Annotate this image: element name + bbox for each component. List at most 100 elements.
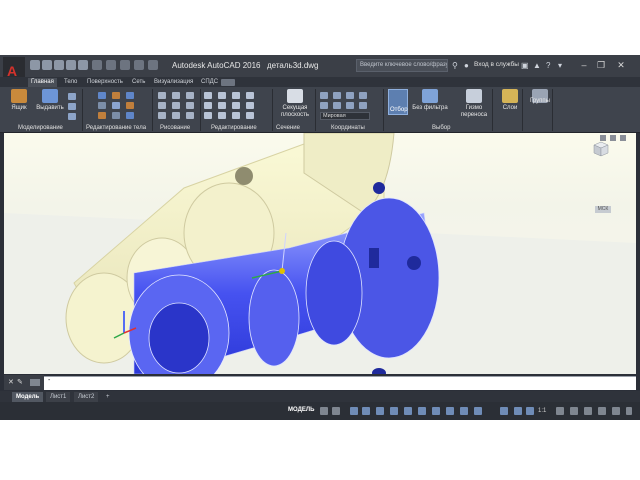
tab-options-icon[interactable] [221, 79, 235, 86]
3d-model-view[interactable] [4, 133, 636, 374]
object-snap-icon[interactable] [432, 407, 440, 415]
sign-in-link[interactable]: Вход в службы [474, 61, 519, 68]
extrude-button[interactable]: Выдавить [36, 89, 64, 119]
new-file-icon[interactable] [30, 60, 40, 70]
command-history-icon[interactable] [30, 379, 40, 386]
layers-button[interactable]: Слои [496, 89, 524, 119]
user-icon[interactable]: ● [464, 61, 469, 70]
trim-icon[interactable] [246, 102, 254, 109]
part-hole[interactable] [235, 167, 253, 185]
select-button[interactable]: Отбор [388, 89, 408, 115]
undo-icon[interactable] [92, 60, 102, 70]
slot[interactable] [369, 248, 379, 268]
save-as-icon[interactable] [66, 60, 76, 70]
mirror-icon[interactable] [204, 102, 212, 109]
erase-icon[interactable] [204, 112, 212, 119]
customize-icon[interactable] [148, 60, 158, 70]
box-button[interactable]: Ящик [5, 89, 33, 119]
wrench-icon[interactable]: ✎ [17, 378, 23, 386]
workspace-icon[interactable] [134, 60, 144, 70]
grid-icon[interactable] [320, 407, 328, 415]
groups-button[interactable]: Группы [526, 89, 554, 119]
section-plane-button[interactable]: Секущая плоскость [281, 89, 309, 119]
spline-icon[interactable] [186, 102, 194, 109]
extract-edges-icon[interactable] [112, 102, 120, 109]
ucs-icon[interactable] [320, 92, 328, 99]
cart-icon[interactable]: ▣ [521, 61, 529, 70]
fillet-edge-icon[interactable] [98, 112, 106, 119]
redo-icon[interactable] [106, 60, 116, 70]
panel-selection[interactable]: Выбор [432, 125, 450, 131]
chevron-down-icon[interactable]: ▾ [558, 61, 562, 70]
model-space-button[interactable]: МОДЕЛЬ [288, 407, 314, 413]
viewcube[interactable] [591, 139, 611, 159]
close-icon[interactable]: ✕ [8, 378, 14, 386]
stretch-icon[interactable] [232, 92, 240, 99]
save-icon[interactable] [54, 60, 64, 70]
copy-icon[interactable] [218, 92, 226, 99]
array-icon[interactable] [232, 102, 240, 109]
no-filter-button[interactable]: Без фильтра [412, 89, 448, 119]
drawing-viewport[interactable] [4, 133, 636, 374]
part-bore[interactable] [148, 302, 210, 374]
command-line[interactable] [4, 376, 636, 390]
customization-icon[interactable] [626, 407, 632, 415]
tab-spds[interactable]: СПДС [198, 78, 221, 87]
print-icon[interactable] [78, 60, 88, 70]
tab-layout2[interactable]: Лист2 [74, 392, 99, 402]
annotation-monitor-icon[interactable] [570, 407, 578, 415]
rotate-icon[interactable] [246, 92, 254, 99]
polygon-icon[interactable] [158, 112, 166, 119]
circle-icon[interactable] [186, 92, 194, 99]
annotation-scale-icon[interactable] [526, 407, 534, 415]
annotation-visibility-icon[interactable] [500, 407, 508, 415]
tab-model[interactable]: Модель [12, 392, 44, 402]
ucs-face-icon[interactable] [346, 92, 354, 99]
help-icon[interactable]: ? [546, 61, 550, 70]
panel-draw[interactable]: Рисование [160, 125, 190, 131]
search-input[interactable]: Введите ключевое слово/фразу [356, 59, 448, 72]
object-snap-tracking-icon[interactable] [418, 407, 426, 415]
ucs-z-icon[interactable] [346, 102, 354, 109]
tab-visualize[interactable]: Визуализация [151, 78, 196, 87]
bolt-hole[interactable] [373, 182, 385, 194]
tab-mesh[interactable]: Сеть [129, 78, 148, 87]
ellipse-icon[interactable] [172, 112, 180, 119]
ucs-object-icon[interactable] [359, 92, 367, 99]
arc-icon[interactable] [158, 102, 166, 109]
tab-surface[interactable]: Поверхность [84, 78, 126, 87]
intersect-icon[interactable] [126, 92, 134, 99]
offset-icon[interactable] [232, 112, 240, 119]
union-icon[interactable] [98, 92, 106, 99]
ucs-view-icon[interactable] [359, 102, 367, 109]
hatch-icon[interactable] [186, 112, 194, 119]
ucs-x-icon[interactable] [320, 102, 328, 109]
explode-icon[interactable] [218, 112, 226, 119]
panel-modify[interactable]: Редактирование [211, 125, 257, 131]
annotation-scale-value[interactable]: 1:1 [538, 408, 546, 414]
gizmo-origin[interactable] [279, 268, 285, 274]
panel-section[interactable]: Сечение [276, 125, 300, 131]
part-cylinder-selected[interactable] [248, 269, 300, 367]
imprint-icon[interactable] [112, 112, 120, 119]
modeling-tool-icon[interactable] [68, 93, 76, 100]
close-button[interactable]: ✕ [614, 59, 628, 72]
transparency-icon[interactable] [460, 407, 468, 415]
minimize-button[interactable]: – [577, 59, 591, 72]
clean-screen-icon[interactable] [612, 407, 620, 415]
polyline-icon[interactable] [172, 92, 180, 99]
selection-cycling-icon[interactable] [474, 407, 482, 415]
wcs-dropdown[interactable]: МСК [595, 206, 611, 213]
infer-constraints-icon[interactable] [350, 407, 358, 415]
dynamic-input-icon[interactable] [362, 407, 370, 415]
panel-coordinates[interactable]: Координаты [331, 125, 365, 131]
subtract-icon[interactable] [112, 92, 120, 99]
open-file-icon[interactable] [42, 60, 52, 70]
auto-scale-icon[interactable] [514, 407, 522, 415]
separate-icon[interactable] [126, 112, 134, 119]
hardware-acceleration-icon[interactable] [598, 407, 606, 415]
ucs-world-icon[interactable] [333, 92, 341, 99]
add-layout-button[interactable]: + [102, 392, 114, 402]
scale-icon[interactable] [218, 102, 226, 109]
move-icon[interactable] [204, 92, 212, 99]
